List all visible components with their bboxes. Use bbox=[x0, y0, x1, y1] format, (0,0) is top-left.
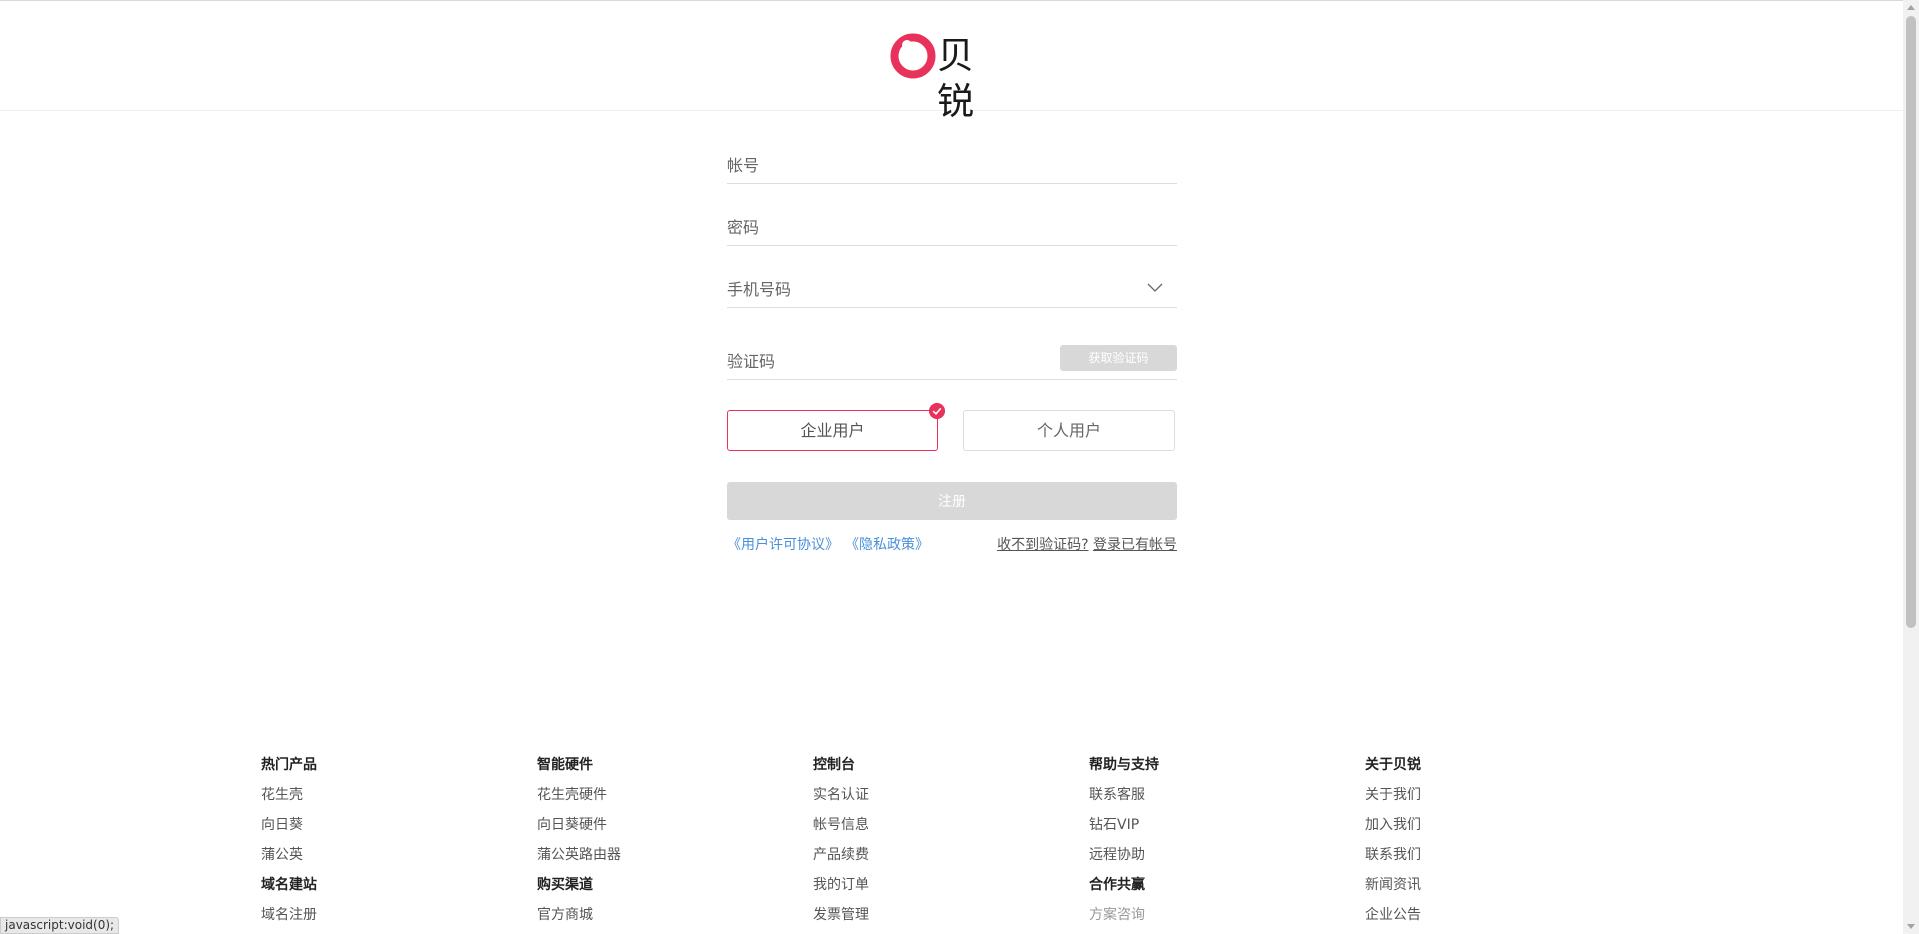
footer-link[interactable]: 蒲公英 bbox=[261, 845, 501, 875]
footer-link[interactable]: 向日葵硬件 bbox=[537, 815, 777, 845]
brand-name: 贝锐 bbox=[937, 34, 975, 123]
password-field bbox=[727, 202, 1177, 246]
user-agreement-link[interactable]: 《用户许可协议》 bbox=[727, 534, 839, 554]
footer-heading: 热门产品 bbox=[261, 757, 317, 773]
footer-link[interactable]: 新闻资讯 bbox=[1365, 875, 1605, 905]
chevron-down-icon[interactable] bbox=[1147, 279, 1163, 295]
footer-link[interactable]: 远程协助 bbox=[1089, 845, 1329, 875]
footer-heading: 域名建站 bbox=[261, 877, 317, 893]
footer-heading: 合作共赢 bbox=[1089, 877, 1145, 893]
footer-column-products: 热门产品 花生壳 向日葵 蒲公英 域名建站 域名注册 bbox=[261, 755, 501, 934]
brand-logo[interactable]: 贝锐 bbox=[890, 31, 1010, 123]
privacy-policy-link[interactable]: 《隐私政策》 bbox=[845, 534, 929, 554]
footer-heading: 关于贝锐 bbox=[1365, 757, 1421, 773]
footer-link[interactable]: 域名注册 bbox=[261, 905, 501, 934]
footer-link[interactable]: 蒲公英路由器 bbox=[537, 845, 777, 875]
enterprise-user-option[interactable]: 企业用户 bbox=[727, 403, 945, 451]
footer-heading: 控制台 bbox=[813, 757, 855, 773]
footer-column-console: 控制台 实名认证 帐号信息 产品续费 我的订单 发票管理 bbox=[813, 755, 1053, 934]
scrollbar-thumb[interactable] bbox=[1906, 16, 1916, 628]
get-code-button[interactable]: 获取验证码 bbox=[1060, 345, 1177, 371]
personal-user-option[interactable]: 个人用户 bbox=[963, 410, 1175, 451]
footer-link[interactable]: 官方商城 bbox=[537, 905, 777, 934]
footer-heading: 购买渠道 bbox=[537, 877, 593, 893]
vertical-scrollbar[interactable] bbox=[1903, 0, 1919, 934]
footer-link[interactable]: 实名认证 bbox=[813, 785, 1053, 815]
footer-link[interactable]: 产品续费 bbox=[813, 845, 1053, 875]
register-button[interactable]: 注册 bbox=[727, 482, 1177, 520]
password-input[interactable] bbox=[727, 218, 1137, 237]
verification-code-field: 获取验证码 bbox=[727, 336, 1177, 380]
footer-link[interactable]: 向日葵 bbox=[261, 815, 501, 845]
footer-column-about: 关于贝锐 关于我们 加入我们 联系我们 新闻资讯 企业公告 bbox=[1365, 755, 1605, 934]
footer-link[interactable]: 帐号信息 bbox=[813, 815, 1053, 845]
enterprise-user-label: 企业用户 bbox=[800, 421, 865, 440]
account-field bbox=[727, 140, 1177, 184]
footer-link[interactable]: 方案咨询 bbox=[1089, 905, 1329, 934]
form-links: 《用户许可协议》 《隐私政策》 收不到验证码? 登录已有帐号 bbox=[727, 534, 1177, 554]
footer-link[interactable]: 加入我们 bbox=[1365, 815, 1605, 845]
site-footer: 热门产品 花生壳 向日葵 蒲公英 域名建站 域名注册 智能硬件 花生壳硬件 向日… bbox=[0, 755, 1903, 934]
footer-link[interactable]: 花生壳硬件 bbox=[537, 785, 777, 815]
phone-field bbox=[727, 264, 1177, 308]
footer-link[interactable]: 联系客服 bbox=[1089, 785, 1329, 815]
logo-ring-icon bbox=[890, 33, 936, 79]
login-link[interactable]: 登录已有帐号 bbox=[1093, 537, 1177, 553]
scroll-down-arrow-icon[interactable] bbox=[1907, 924, 1915, 929]
footer-link[interactable]: 钻石VIP bbox=[1089, 815, 1329, 845]
footer-link[interactable]: 花生壳 bbox=[261, 785, 501, 815]
phone-input[interactable] bbox=[727, 280, 1137, 299]
footer-heading: 帮助与支持 bbox=[1089, 757, 1159, 773]
personal-user-label: 个人用户 bbox=[1036, 421, 1101, 440]
page-header: 贝锐 bbox=[0, 1, 1903, 123]
browser-status-bar: javascript:void(0); bbox=[0, 917, 120, 934]
footer-column-support: 帮助与支持 联系客服 钻石VIP 远程协助 合作共赢 方案咨询 bbox=[1089, 755, 1329, 934]
account-input[interactable] bbox=[727, 156, 1137, 175]
footer-link[interactable]: 我的订单 bbox=[813, 875, 1053, 905]
footer-link[interactable]: 企业公告 bbox=[1365, 905, 1605, 934]
footer-column-hardware: 智能硬件 花生壳硬件 向日葵硬件 蒲公英路由器 购买渠道 官方商城 bbox=[537, 755, 777, 934]
account-links: 收不到验证码? 登录已有帐号 bbox=[997, 534, 1177, 554]
footer-link[interactable]: 关于我们 bbox=[1365, 785, 1605, 815]
no-code-link[interactable]: 收不到验证码? bbox=[997, 537, 1088, 553]
check-icon bbox=[929, 403, 945, 419]
footer-link[interactable]: 联系我们 bbox=[1365, 845, 1605, 875]
footer-heading: 智能硬件 bbox=[537, 757, 593, 773]
footer-link[interactable]: 发票管理 bbox=[813, 905, 1053, 934]
scroll-up-arrow-icon[interactable] bbox=[1907, 5, 1915, 10]
